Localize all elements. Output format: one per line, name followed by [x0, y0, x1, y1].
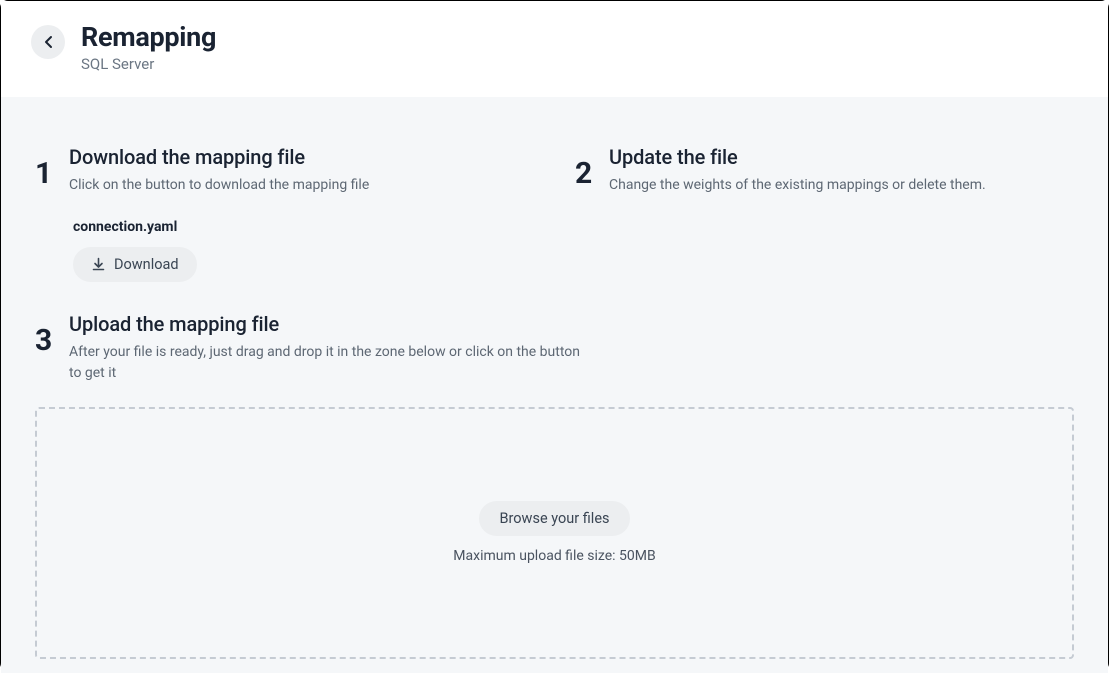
- download-button-label: Download: [114, 256, 179, 273]
- step-description: Change the weights of the existing mappi…: [609, 175, 1045, 195]
- download-icon: [91, 257, 106, 272]
- step-number: 1: [35, 159, 55, 195]
- step-title: Download the mapping file: [69, 145, 535, 169]
- step-content: Upload the mapping file After your file …: [69, 312, 1074, 383]
- step-content: Update the file Change the weights of th…: [609, 145, 1045, 195]
- browse-button-label: Browse your files: [499, 510, 609, 527]
- page-header: Remapping SQL Server: [1, 1, 1108, 97]
- chevron-left-icon: [44, 35, 53, 49]
- browse-files-button[interactable]: Browse your files: [479, 501, 629, 536]
- steps-row-top: 1 Download the mapping file Click on the…: [35, 145, 1074, 195]
- file-download-section: connection.yaml Download: [73, 219, 1074, 282]
- page-title: Remapping: [81, 21, 216, 53]
- step-2: 2 Update the file Change the weights of …: [575, 145, 1045, 195]
- step-description: After your file is ready, just drag and …: [69, 342, 589, 383]
- step-number: 3: [35, 326, 55, 383]
- download-button[interactable]: Download: [73, 247, 197, 282]
- page-subtitle: SQL Server: [81, 55, 216, 73]
- file-name: connection.yaml: [73, 219, 1074, 235]
- upload-size-hint: Maximum upload file size: 50MB: [453, 548, 655, 564]
- title-block: Remapping SQL Server: [81, 21, 216, 73]
- step-title: Update the file: [609, 145, 1045, 169]
- step-title: Upload the mapping file: [69, 312, 1074, 336]
- upload-dropzone[interactable]: Browse your files Maximum upload file si…: [35, 407, 1074, 659]
- step-3: 3 Upload the mapping file After your fil…: [35, 312, 1074, 383]
- step-content: Download the mapping file Click on the b…: [69, 145, 535, 195]
- step-1: 1 Download the mapping file Click on the…: [35, 145, 535, 195]
- step-description: Click on the button to download the mapp…: [69, 175, 535, 195]
- back-button[interactable]: [31, 25, 65, 59]
- main-content: 1 Download the mapping file Click on the…: [1, 97, 1108, 673]
- step-number: 2: [575, 159, 595, 195]
